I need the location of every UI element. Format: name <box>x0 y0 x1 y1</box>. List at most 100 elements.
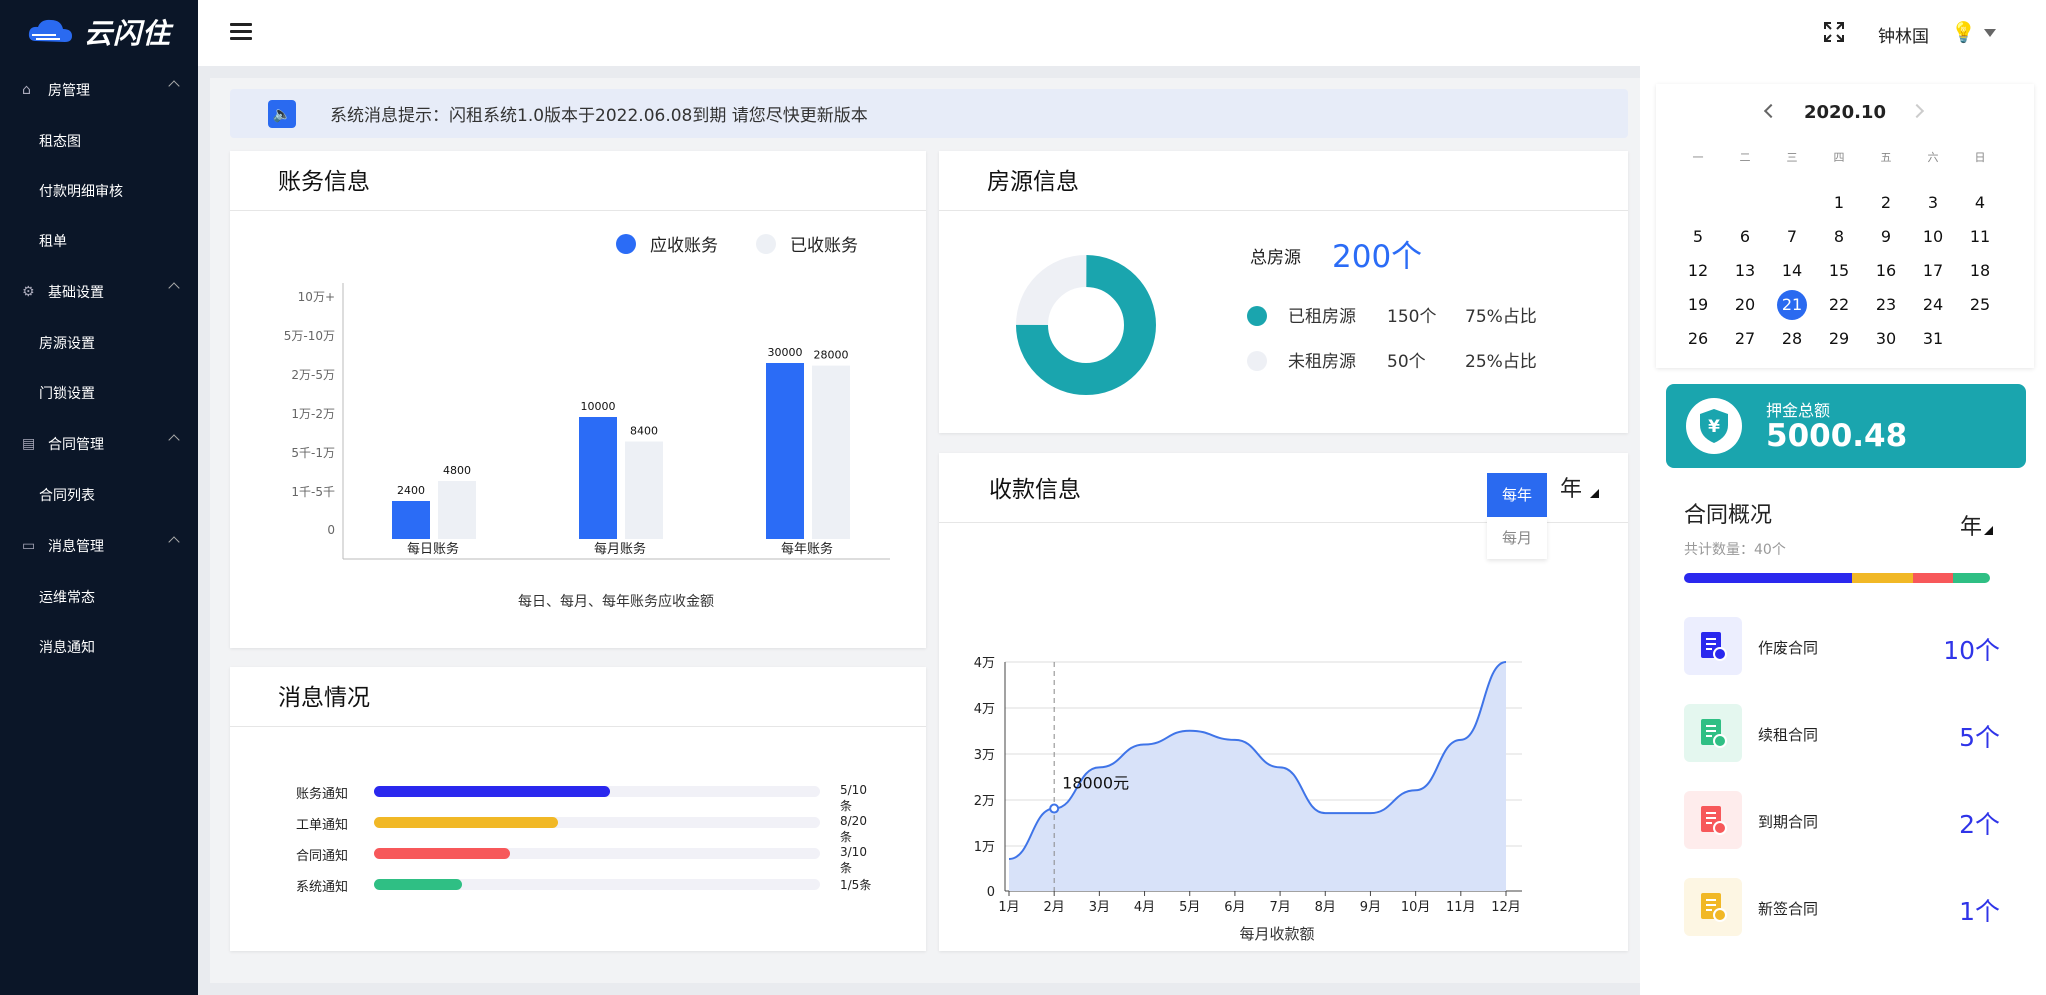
expired-contract-icon <box>1684 791 1742 849</box>
contracts-progress-bar <box>1684 573 1990 583</box>
sidebar-item[interactable]: 运维常态 <box>0 572 198 622</box>
calendar-day[interactable]: 31 <box>1915 324 1951 354</box>
bar[interactable] <box>392 501 430 539</box>
contract-row[interactable]: 到期合同 2个 <box>1684 791 2000 851</box>
chevron-up-icon[interactable] <box>168 282 180 294</box>
calendar-day[interactable]: 4 <box>1962 188 1998 218</box>
contract-row[interactable]: 续租合同 5个 <box>1684 704 2000 764</box>
sidebar-group-0[interactable]: ⌂ 房管理 <box>0 64 198 116</box>
calendar-day[interactable]: 25 <box>1962 290 1998 320</box>
calendar-day[interactable]: 3 <box>1915 188 1951 218</box>
contract-row[interactable]: 作废合同 10个 <box>1684 617 2000 677</box>
calendar-day[interactable]: 8 <box>1821 222 1857 252</box>
calendar-day[interactable]: 20 <box>1727 290 1763 320</box>
chevron-up-icon[interactable] <box>168 80 180 92</box>
fullscreen-icon[interactable] <box>1824 22 1844 42</box>
sidebar-item[interactable]: 付款明细审核 <box>0 166 198 216</box>
sidebar-group-2[interactable]: ▤ 合同管理 <box>0 418 198 470</box>
x-tick-label: 8月 <box>1315 900 1336 915</box>
housing-row-count: 50个 <box>1387 352 1426 372</box>
y-tick-label: 0 <box>987 885 995 900</box>
x-tick-label: 6月 <box>1224 900 1245 915</box>
calendar-day[interactable]: 17 <box>1915 256 1951 286</box>
logo-text: 云闪住 <box>84 17 172 50</box>
data-point[interactable] <box>1049 803 1060 814</box>
speaker-icon: 🔈 <box>268 99 296 128</box>
sidebar-item[interactable]: 合同列表 <box>0 470 198 520</box>
y-tick-label: 2万-5万 <box>291 368 335 382</box>
total-housing-label: 总房源 <box>1250 248 1301 268</box>
message-progress-fill <box>374 848 510 859</box>
bar[interactable] <box>625 441 663 539</box>
bar[interactable] <box>438 481 476 539</box>
chevron-up-icon[interactable] <box>168 536 180 548</box>
housing-card: 房源信息 总房源 200个 已租房源 150个 75%占比 未租房源 50个 25%占比 <box>939 151 1628 433</box>
calendar-day[interactable]: 6 <box>1727 222 1763 252</box>
period-select[interactable]: 年 <box>1560 471 1582 503</box>
sidebar-item[interactable]: 租态图 <box>0 116 198 166</box>
bar[interactable] <box>579 417 617 539</box>
calendar-day[interactable]: 18 <box>1962 256 1998 286</box>
messages-card: 消息情况 账务通知 5/10条 工单通知 8/20条 合同通知 3/10条 系统通知 1/5条 <box>230 667 926 951</box>
calendar-day-selected[interactable]: 21 <box>1777 290 1807 320</box>
calendar-day[interactable]: 24 <box>1915 290 1951 320</box>
calendar-day[interactable]: 26 <box>1680 324 1716 354</box>
sidebar-group-1[interactable]: ⚙ 基础设置 <box>0 266 198 318</box>
x-tick-label: 9月 <box>1360 900 1381 915</box>
sidebar-group-3[interactable]: ▭ 消息管理 <box>0 520 198 572</box>
message-progress-track <box>374 817 820 828</box>
tooltip-value: 18000元 <box>1062 774 1129 793</box>
calendar-day[interactable]: 7 <box>1774 222 1810 252</box>
calendar-day[interactable]: 1 <box>1821 188 1857 218</box>
bar[interactable] <box>766 363 804 539</box>
calendar-day[interactable]: 12 <box>1680 256 1716 286</box>
y-tick-label: 4万 <box>974 656 995 671</box>
gear-icon: ⚙ <box>22 284 35 300</box>
contracts-bar-segment <box>1684 573 1853 583</box>
housing-row-count: 150个 <box>1387 307 1437 327</box>
calendar-day[interactable]: 9 <box>1868 222 1904 252</box>
calendar-day[interactable]: 29 <box>1821 324 1857 354</box>
calendar-day[interactable]: 15 <box>1821 256 1857 286</box>
calendar-day[interactable]: 22 <box>1821 290 1857 320</box>
topbar: 钟林国 💡 <box>198 0 2046 66</box>
user-dropdown-icon[interactable] <box>1984 29 1996 37</box>
sidebar-item[interactable]: 房源设置 <box>0 318 198 368</box>
avatar[interactable]: 💡 <box>1951 20 1976 44</box>
calendar-day[interactable]: 28 <box>1774 324 1810 354</box>
contract-row[interactable]: 新签合同 1个 <box>1684 878 2000 938</box>
contracts-period-caret-icon[interactable] <box>1984 526 1993 535</box>
calendar-day[interactable]: 14 <box>1774 256 1810 286</box>
bar[interactable] <box>812 365 850 539</box>
billing-bar-chart: 0 1千-5千 5千-1万 1万-2万 2万-5万 5万-10万 10万+ 每日账务 2400 4… <box>284 283 890 610</box>
contract-value: 1个 <box>1959 897 2000 926</box>
calendar-day[interactable]: 11 <box>1962 222 1998 252</box>
calendar-day[interactable]: 2 <box>1868 188 1904 218</box>
calendar-day[interactable]: 27 <box>1727 324 1763 354</box>
calendar-day[interactable]: 30 <box>1868 324 1904 354</box>
contracts-bar-segment <box>1852 573 1914 583</box>
chevron-up-icon[interactable] <box>168 434 180 446</box>
contract-value: 5个 <box>1959 723 2000 752</box>
menu-toggle-icon[interactable] <box>230 23 252 44</box>
calendar-day[interactable]: 23 <box>1868 290 1904 320</box>
weekday-label: 五 <box>1880 151 1892 164</box>
user-name[interactable]: 钟林国 <box>1878 22 1929 47</box>
period-option-yearly[interactable]: 每年 <box>1487 473 1547 517</box>
period-caret-icon[interactable] <box>1590 489 1599 498</box>
sidebar-item[interactable]: 消息通知 <box>0 622 198 672</box>
calendar-day[interactable]: 13 <box>1727 256 1763 286</box>
weekday-label: 三 <box>1786 151 1798 164</box>
calendar-day[interactable]: 19 <box>1680 290 1716 320</box>
contract-value: 2个 <box>1959 810 2000 839</box>
billing-card: 账务信息 应收账务 已收账务 0 1千-5千 5千-1万 1万-2万 2万-5万 5万-1… <box>230 151 926 648</box>
contract-label: 到期合同 <box>1758 813 1819 831</box>
sidebar-item[interactable]: 租单 <box>0 216 198 266</box>
contracts-period-select[interactable]: 年 <box>1960 509 1982 541</box>
sidebar-item[interactable]: 门锁设置 <box>0 368 198 418</box>
calendar-day[interactable]: 10 <box>1915 222 1951 252</box>
calendar-day[interactable]: 16 <box>1868 256 1904 286</box>
billing-title: 账务信息 <box>230 151 926 211</box>
contract-value: 10个 <box>1943 636 2000 665</box>
calendar-day[interactable]: 5 <box>1680 222 1716 252</box>
